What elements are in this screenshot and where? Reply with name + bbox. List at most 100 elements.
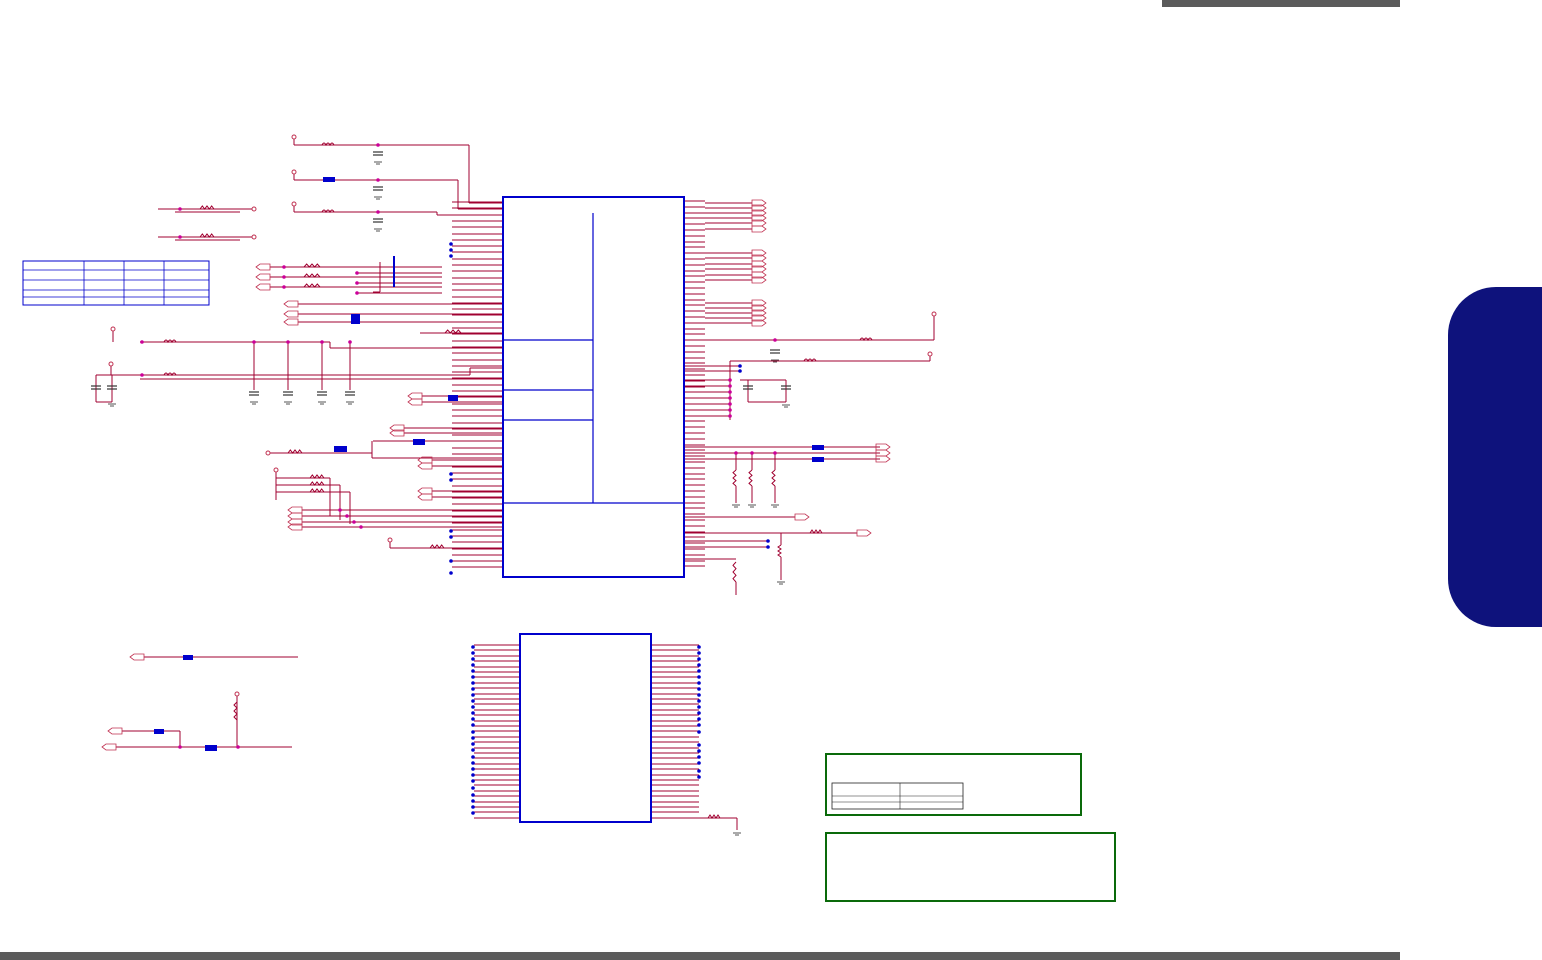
net-pin-icon bbox=[471, 711, 475, 715]
off-page-connector-icon bbox=[101, 743, 117, 751]
resistor-icon bbox=[771, 469, 776, 487]
off-page-connector-icon bbox=[255, 283, 271, 291]
net-pin-icon bbox=[471, 736, 475, 740]
net-pin-icon bbox=[471, 687, 475, 691]
net-pin-icon bbox=[471, 748, 475, 752]
junction-dot bbox=[282, 285, 286, 289]
ferrite-bead-icon bbox=[323, 177, 335, 182]
net-pin-icon bbox=[697, 775, 701, 779]
junction-dot bbox=[140, 373, 144, 377]
power-pin-icon bbox=[108, 361, 114, 367]
net-pin-icon bbox=[471, 805, 475, 809]
off-page-connector-icon bbox=[417, 493, 433, 501]
net-pin-icon bbox=[449, 559, 453, 563]
power-pin-icon bbox=[927, 351, 933, 357]
net-pin-icon bbox=[738, 364, 742, 368]
junction-dot bbox=[338, 508, 342, 512]
junction-dot bbox=[355, 271, 359, 275]
junction-dot bbox=[282, 275, 286, 279]
off-page-connector-icon bbox=[856, 529, 872, 537]
net-pin-icon bbox=[471, 786, 475, 790]
net-pin-icon bbox=[471, 705, 475, 709]
net-pin-icon bbox=[697, 657, 701, 661]
junction-dot bbox=[728, 414, 732, 418]
power-pin-icon bbox=[291, 169, 297, 175]
net-pin-icon bbox=[738, 369, 742, 373]
off-page-connector-icon bbox=[287, 506, 303, 514]
ferrite-bead-icon bbox=[413, 439, 425, 445]
resistor-icon bbox=[748, 469, 753, 487]
junction-dot bbox=[178, 745, 182, 749]
off-page-connector-icon bbox=[283, 318, 299, 326]
off-page-connector-icon bbox=[417, 487, 433, 495]
resistor-icon bbox=[732, 469, 737, 487]
junction-dot bbox=[286, 340, 290, 344]
power-pin-icon bbox=[931, 311, 937, 317]
net-pin-icon bbox=[697, 675, 701, 679]
net-pin-icon bbox=[697, 749, 701, 753]
net-pin-icon bbox=[697, 645, 701, 649]
power-pin-icon bbox=[387, 537, 393, 543]
net-pin-icon bbox=[471, 675, 475, 679]
net-pin-icon bbox=[449, 248, 453, 252]
off-page-connector-icon bbox=[255, 273, 271, 281]
ferrite-bead-icon bbox=[448, 395, 458, 401]
resistor-icon bbox=[777, 544, 782, 558]
net-pin-icon bbox=[697, 651, 701, 655]
junction-dot bbox=[376, 143, 380, 147]
net-pin-icon bbox=[471, 669, 475, 673]
ferrite-bead-icon bbox=[812, 457, 824, 462]
junction-dot bbox=[355, 281, 359, 285]
off-page-connector-icon bbox=[255, 263, 271, 271]
net-pin-icon bbox=[697, 693, 701, 697]
net-pin-icon bbox=[449, 571, 453, 575]
net-pin-icon bbox=[697, 699, 701, 703]
ic-blocks bbox=[22, 196, 1116, 902]
power-pin-icon bbox=[234, 691, 240, 697]
junction-dot bbox=[376, 210, 380, 214]
power-pin-icon bbox=[110, 326, 116, 332]
junction-dot bbox=[352, 520, 356, 524]
net-pin-icon bbox=[766, 539, 770, 543]
ferrite-bead-icon bbox=[154, 729, 164, 734]
net-pin-icon bbox=[697, 711, 701, 715]
junction-dot bbox=[320, 340, 324, 344]
net-pin-icon bbox=[449, 478, 453, 482]
net-pin-icon bbox=[697, 755, 701, 759]
net-pin-icon bbox=[697, 730, 701, 734]
net-pin-icon bbox=[471, 699, 475, 703]
net-pin-icon bbox=[697, 743, 701, 747]
net-pin-icon bbox=[697, 681, 701, 685]
net-pin-icon bbox=[697, 717, 701, 721]
off-page-connector-icon bbox=[283, 310, 299, 318]
net-pin-icon bbox=[471, 693, 475, 697]
net-pin-icon bbox=[471, 761, 475, 765]
net-pin-icon bbox=[697, 761, 701, 765]
net-pin-icon bbox=[471, 651, 475, 655]
net-pin-icon bbox=[471, 742, 475, 746]
ferrite-bead-icon bbox=[183, 655, 193, 660]
off-page-connector-icon bbox=[407, 392, 423, 400]
off-page-connector-icon bbox=[407, 398, 423, 406]
junction-dot bbox=[348, 340, 352, 344]
net-pin-icon bbox=[449, 242, 453, 246]
junction-dot bbox=[728, 396, 732, 400]
net-pin-icon bbox=[471, 773, 475, 777]
junction-dot bbox=[282, 265, 286, 269]
net-pin-icon bbox=[449, 529, 453, 533]
net-pin-icon bbox=[449, 535, 453, 539]
power-pin-icon bbox=[251, 206, 257, 212]
net-pin-icon bbox=[471, 723, 475, 727]
junction-dot bbox=[345, 514, 349, 518]
net-pin-icon bbox=[471, 681, 475, 685]
off-page-connector-icon bbox=[417, 462, 433, 470]
off-page-connector-icon bbox=[129, 653, 145, 661]
junction-dot bbox=[773, 338, 777, 342]
net-pin-icon bbox=[471, 767, 475, 771]
junction-dot bbox=[355, 291, 359, 295]
title-block bbox=[825, 753, 1082, 816]
net-pin-icon bbox=[471, 717, 475, 721]
power-pin-icon bbox=[273, 467, 279, 473]
junction-dot bbox=[236, 745, 240, 749]
net-pin-icon bbox=[697, 687, 701, 691]
